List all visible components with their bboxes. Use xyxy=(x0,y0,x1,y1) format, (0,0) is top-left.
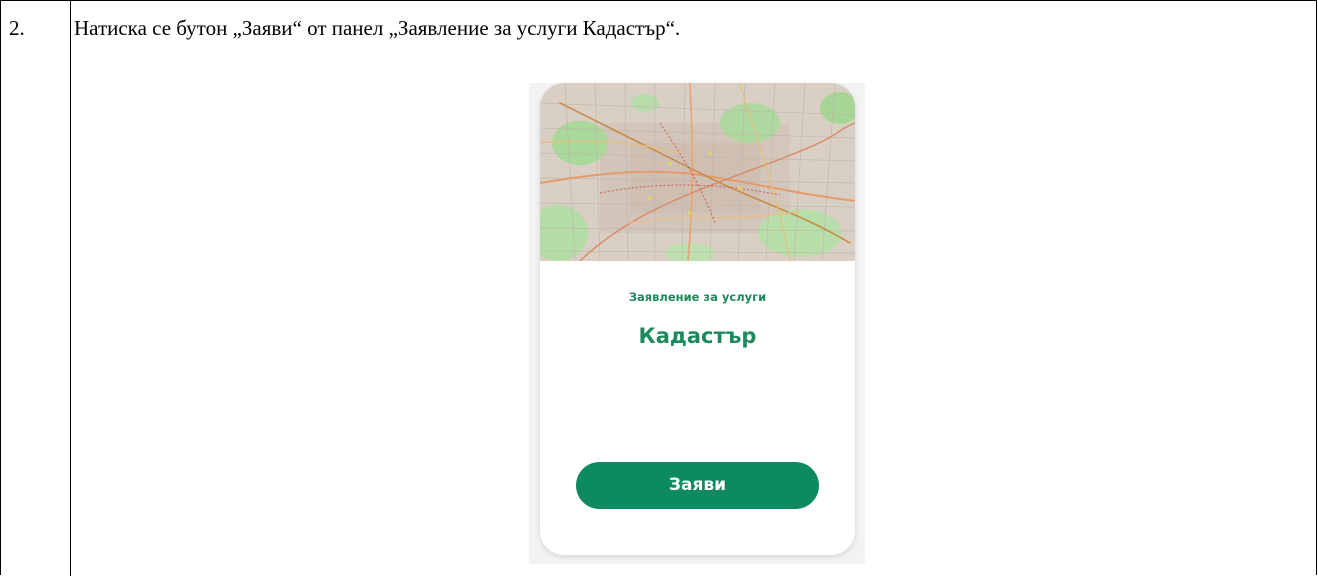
instruction-table: 2. Натиска се бутон „Заяви“ от панел „За… xyxy=(0,0,1317,576)
cadastre-service-card: Заявление за услуги Кадастър Заяви xyxy=(540,83,855,555)
card-title: Кадастър xyxy=(638,324,757,348)
column-divider xyxy=(70,1,71,576)
apply-button[interactable]: Заяви xyxy=(576,462,819,509)
card-screenshot: Заявление за услуги Кадастър Заяви xyxy=(529,83,865,564)
step-number: 2. xyxy=(9,16,25,40)
city-map-thumbnail xyxy=(540,83,855,261)
step-instruction: Натиска се бутон „Заяви“ от панел „Заявл… xyxy=(74,16,681,40)
card-subtitle: Заявление за услуги xyxy=(628,290,767,304)
